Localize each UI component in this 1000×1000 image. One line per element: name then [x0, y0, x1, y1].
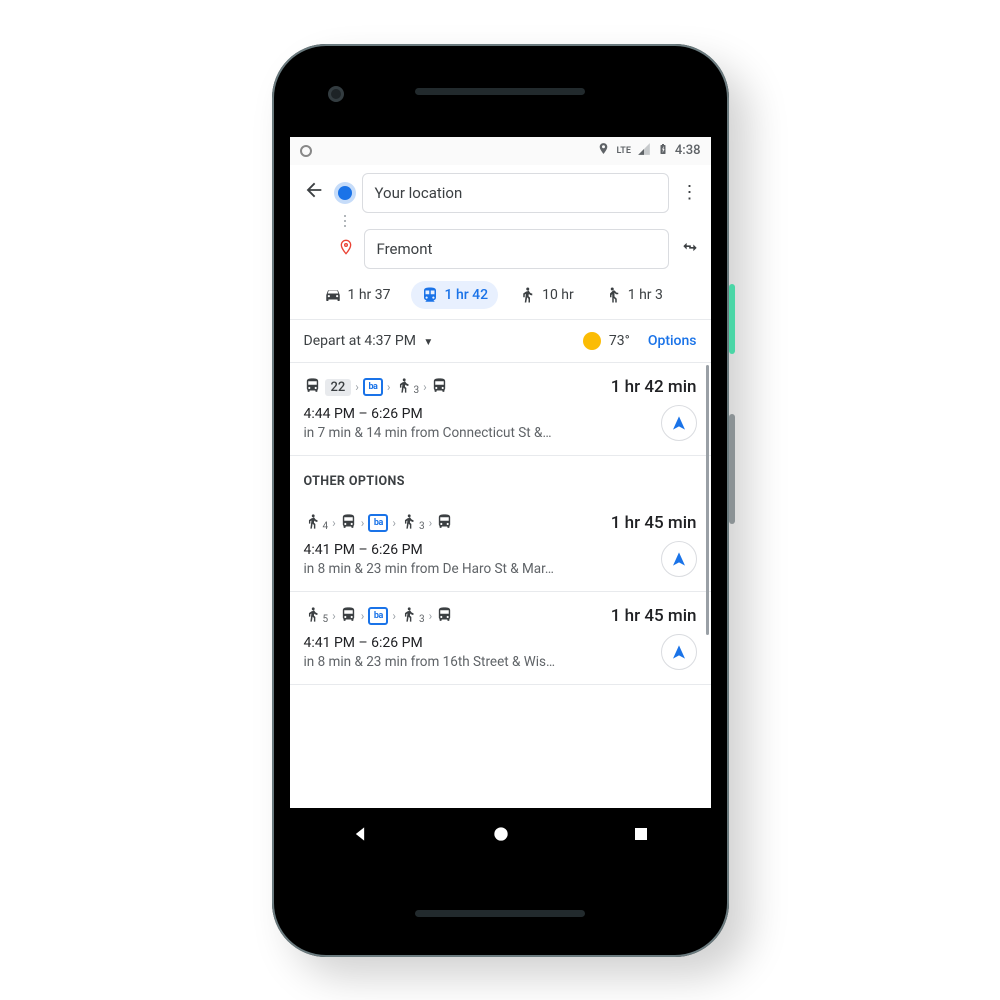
chevron-icon: ›: [332, 516, 336, 530]
chevron-icon: ›: [387, 380, 391, 394]
walk-icon: [400, 606, 417, 627]
mode-car[interactable]: 1 hr 37: [314, 281, 401, 309]
overflow-menu[interactable]: ⋮: [679, 182, 701, 203]
other-options-heading: OTHER OPTIONS: [290, 456, 711, 499]
route-times: 4:44 PM – 6:26 PM: [304, 406, 697, 422]
origin-label: Your location: [375, 184, 463, 202]
status-bar: LTE 4:38: [290, 137, 711, 165]
route-duration: 1 hr 45 min: [611, 606, 697, 626]
chevron-icon: ›: [355, 380, 359, 394]
route-list[interactable]: 22 › ba › 3 › 1 hr 42 min 4:44 PM – 6:26…: [290, 363, 711, 827]
route-connector-icon: [338, 211, 352, 231]
bart-icon: ba: [363, 378, 383, 396]
chevron-icon: ›: [392, 609, 396, 623]
start-navigation-button[interactable]: [661, 405, 697, 441]
mode-transit-label: 1 hr 42: [445, 287, 489, 303]
android-back-button[interactable]: [350, 824, 370, 848]
status-circle-icon: [300, 145, 312, 157]
bus-icon: [340, 513, 357, 534]
walk-minutes: 3: [419, 521, 425, 532]
route-duration: 1 hr 45 min: [611, 513, 697, 533]
walk-minutes: 4: [323, 521, 329, 532]
status-time: 4:38: [675, 143, 701, 158]
bus-route-badge: 22: [325, 379, 352, 396]
chevron-icon: ›: [423, 380, 427, 394]
destination-label: Fremont: [377, 240, 433, 258]
mode-car-label: 1 hr 37: [348, 287, 391, 303]
chevron-icon: ›: [392, 516, 396, 530]
bus-icon: [340, 606, 357, 627]
destination-input[interactable]: Fremont: [364, 229, 669, 269]
mode-rideshare[interactable]: 1 hr 3: [594, 281, 673, 309]
start-navigation-button[interactable]: [661, 634, 697, 670]
android-home-button[interactable]: [491, 824, 511, 848]
speaker-bottom: [415, 910, 585, 917]
depart-time-label: Depart at 4:37 PM: [304, 333, 416, 349]
options-link[interactable]: Options: [648, 333, 697, 349]
mode-rideshare-label: 1 hr 3: [628, 287, 663, 303]
route-detail: in 8 min & 23 min from De Haro St & Mar…: [304, 561, 697, 577]
scrollbar[interactable]: [706, 365, 709, 635]
route-item[interactable]: 4 › › ba › 3 › 1 hr 45 min 4:41 PM – 6:2…: [290, 499, 711, 592]
volume-button: [729, 414, 735, 524]
lte-label: LTE: [616, 146, 630, 156]
walk-icon: [400, 513, 417, 534]
dropdown-caret-icon: ▼: [423, 337, 433, 348]
route-times: 4:41 PM – 6:26 PM: [304, 542, 697, 558]
chevron-icon: ›: [361, 516, 365, 530]
swap-button[interactable]: [679, 237, 701, 261]
route-times: 4:41 PM – 6:26 PM: [304, 635, 697, 651]
destination-pin-icon: [338, 239, 354, 259]
start-navigation-button[interactable]: [661, 541, 697, 577]
bus-icon: [304, 377, 321, 398]
route-detail: in 8 min & 23 min from 16th Street & Wis…: [304, 654, 697, 670]
route-detail: in 7 min & 14 min from Connecticut St &…: [304, 425, 697, 441]
chevron-icon: ›: [361, 609, 365, 623]
origin-input[interactable]: Your location: [362, 173, 669, 213]
bus-icon: [431, 377, 448, 398]
bart-icon: ba: [368, 514, 388, 532]
bart-icon: ba: [368, 607, 388, 625]
mode-transit[interactable]: 1 hr 42: [411, 281, 499, 309]
mode-walk[interactable]: 10 hr: [508, 281, 584, 309]
walk-minutes: 3: [414, 385, 420, 396]
front-camera: [328, 86, 344, 102]
mode-walk-label: 10 hr: [542, 287, 574, 303]
chevron-icon: ›: [332, 609, 336, 623]
walk-minutes: 3: [419, 614, 425, 625]
chevron-icon: ›: [429, 516, 433, 530]
walk-icon: [304, 513, 321, 534]
route-item[interactable]: 5 › › ba › 3 › 1 hr 45 min 4:41 PM – 6:2…: [290, 592, 711, 685]
location-icon: [597, 142, 610, 159]
temperature-label: 73°: [609, 333, 630, 349]
depart-time-selector[interactable]: Depart at 4:37 PM ▼: [304, 333, 434, 349]
speaker-top: [415, 88, 585, 95]
directions-header: Your location ⋮ F: [290, 165, 711, 319]
walk-icon: [395, 377, 412, 398]
power-button: [729, 284, 735, 354]
signal-icon: [637, 142, 651, 160]
android-nav-bar: [290, 808, 711, 864]
screen: LTE 4:38 Your location: [290, 137, 711, 827]
bus-icon: [436, 513, 453, 534]
back-button[interactable]: [300, 179, 328, 206]
depart-row: Depart at 4:37 PM ▼ 73° Options: [290, 319, 711, 363]
walk-icon: [304, 606, 321, 627]
phone-frame: LTE 4:38 Your location: [272, 44, 729, 957]
android-recents-button[interactable]: [632, 825, 650, 847]
chevron-icon: ›: [429, 609, 433, 623]
weather-sun-icon: [583, 332, 601, 350]
walk-minutes: 5: [323, 614, 329, 625]
bus-icon: [436, 606, 453, 627]
route-item[interactable]: 22 › ba › 3 › 1 hr 42 min 4:44 PM – 6:26…: [290, 363, 711, 456]
battery-icon: [657, 142, 669, 160]
origin-dot-icon: [338, 186, 352, 200]
travel-mode-tabs: 1 hr 37 1 hr 42 10 hr 1 hr 3: [300, 269, 701, 319]
route-duration: 1 hr 42 min: [611, 377, 697, 397]
